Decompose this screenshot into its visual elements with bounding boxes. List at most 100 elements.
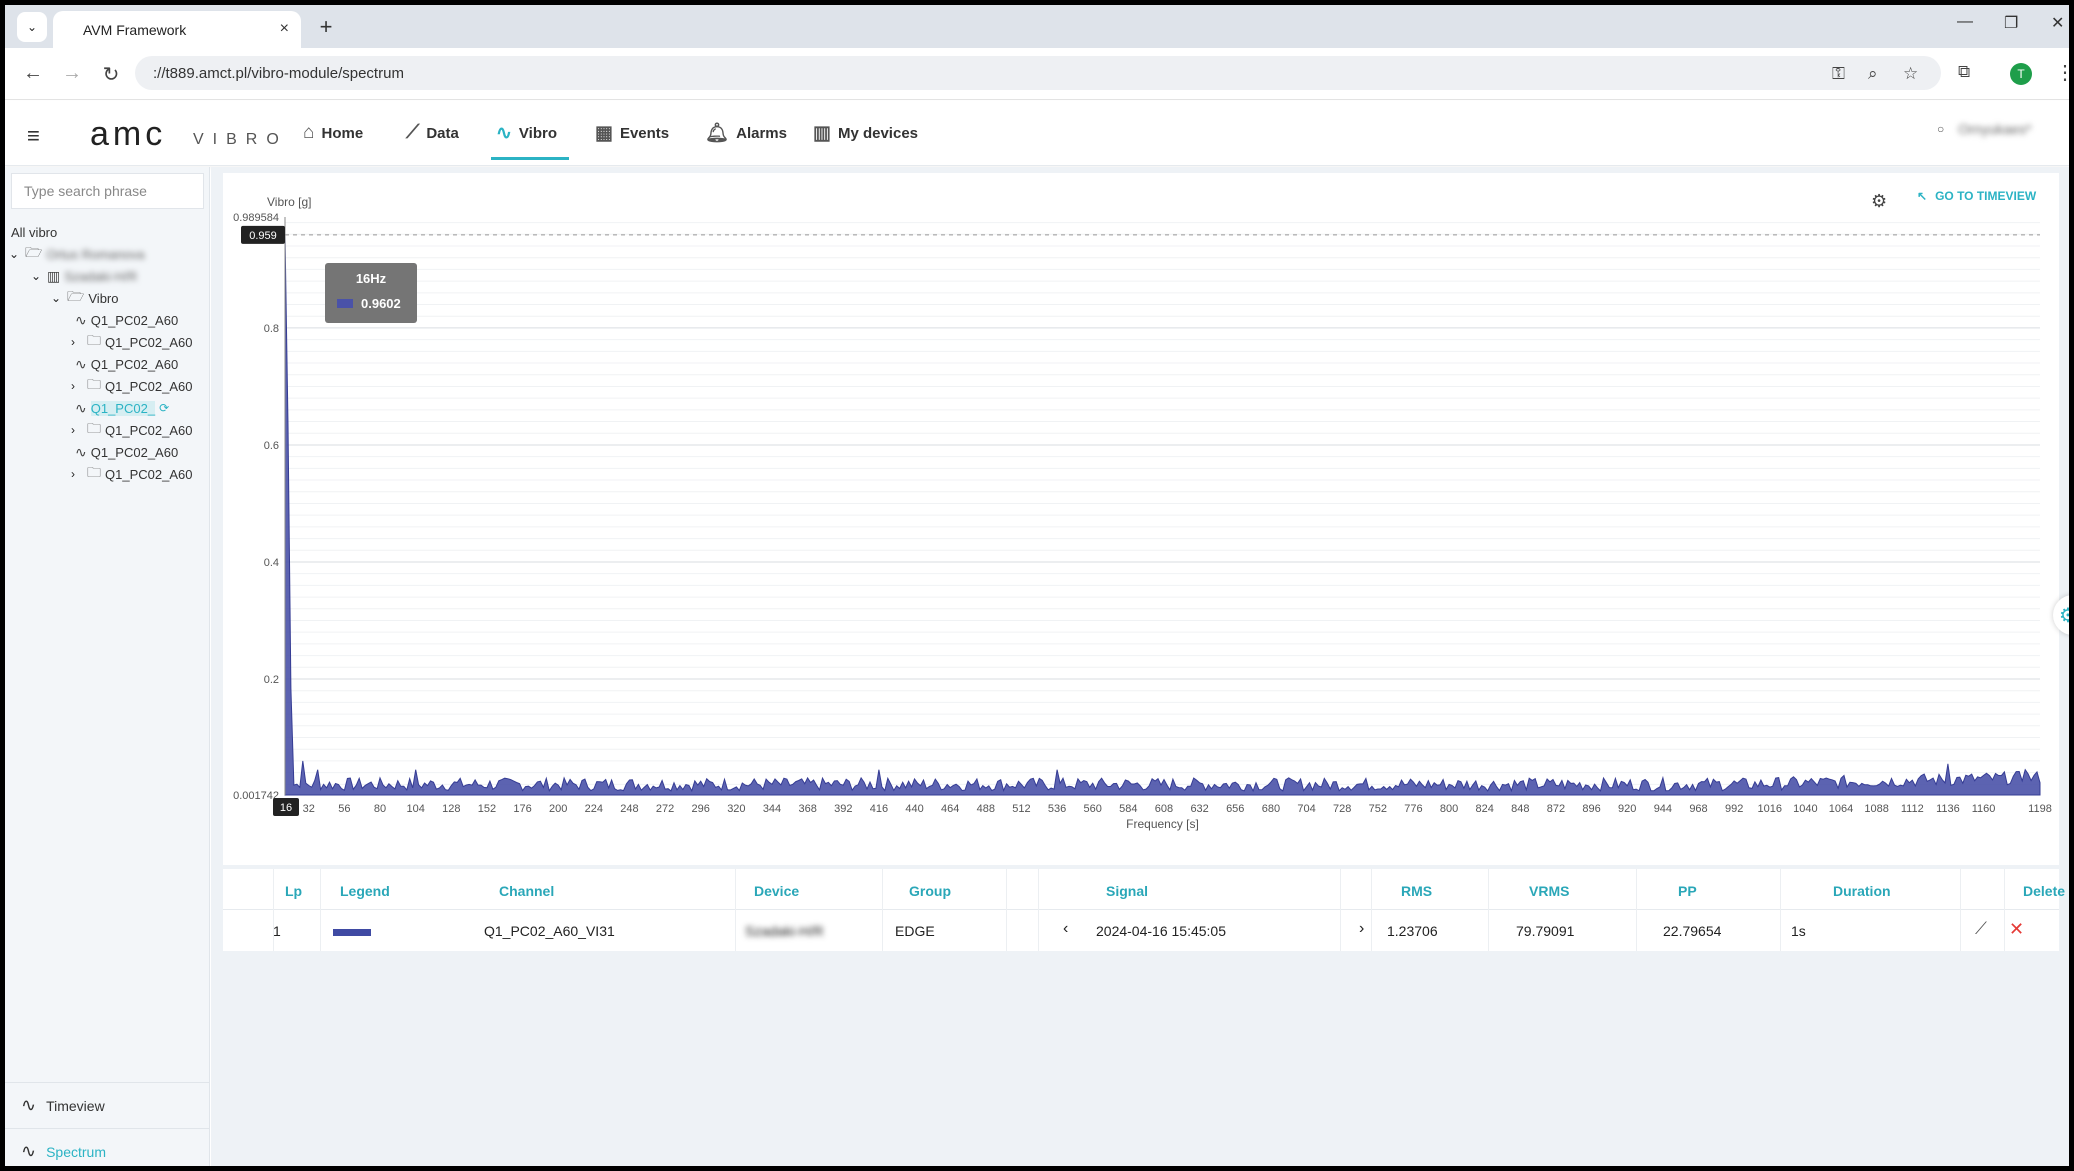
col-header-duration[interactable]: Duration [1833,883,1891,899]
reload-icon[interactable]: ↻ [99,62,123,87]
cell-channel: Q1_PC02_A60_VI31 [484,923,615,939]
tree-leaf-channel-selected[interactable]: ∿ Q1_PC02_ ⟳ [75,398,205,418]
search-placeholder: Type search phrase [24,183,147,199]
tree-node-vibro[interactable]: ⌄ 🗁 Vibro [51,288,119,308]
nav-vibro[interactable]: ∿ Vibro [496,119,557,147]
extensions-icon[interactable]: ⧉ [1958,62,1970,82]
spectrum-chart[interactable]: 0.989584 0.001742 0.2 0.4 0.6 0.8 Vibro [g] 32 5… [223,173,2059,865]
x-tick-label: 1016 [1758,803,1782,815]
cell-device: Szadaki-H/R [745,923,824,939]
x-tick-label: 992 [1725,803,1743,815]
arrow-up-left-icon: ↖ [1917,189,1928,203]
sidebar-item-spectrum[interactable]: ∿ Spectrum [5,1128,210,1166]
col-header-signal[interactable]: Signal [1106,883,1148,899]
y-tick-label: 0.6 [264,440,279,452]
tree-root[interactable]: All vibro [11,222,57,242]
sidebar-item-timeview[interactable]: ∿ Timeview [5,1082,210,1128]
sync-icon: ⟳ [159,401,170,415]
user-status-icon: ○ [1937,122,1945,136]
col-header-channel[interactable]: Channel [499,883,554,899]
close-window-icon[interactable]: ✕ [2051,13,2064,33]
prev-signal-button[interactable]: ‹ [1063,920,1068,938]
folder-open-icon: 🗁 [67,288,85,304]
tree-node-channel-folder[interactable]: › 🗀 Q1_PC02_A60 [71,376,205,396]
tab-search-button[interactable]: ⌄ [17,12,47,42]
url-input[interactable]: ://t889.amct.pl/vibro-module/spectrum [135,56,1941,90]
nav-alarms[interactable]: 🔔︎ Alarms [705,119,787,147]
x-tick-label: 392 [834,803,852,815]
password-key-icon[interactable]: ⚿ [1832,64,1845,84]
tree-node-label: Q1_PC02_A60 [90,444,179,460]
tree-node-channel-folder[interactable]: › 🗀 Q1_PC02_A60 [71,332,205,352]
chevron-right-icon[interactable]: › [71,335,83,349]
x-tick-label: 176 [513,803,531,815]
x-tick-label: 488 [977,803,995,815]
col-header-delete[interactable]: Delete [2023,883,2065,899]
nav-data[interactable]: ⟋ Data [406,119,459,147]
browser-menu-icon[interactable]: ⋮ [2055,60,2069,85]
minimize-icon[interactable]: — [1957,13,1973,31]
tree-leaf-channel[interactable]: ∿ Q1_PC02_A60 [75,354,205,374]
col-header-vrms[interactable]: VRMS [1529,883,1569,899]
zoom-icon[interactable]: ⌕ [1868,64,1878,84]
x-tick-label: 80 [374,803,386,815]
y-tick-label: 0.4 [264,557,279,569]
tab-close-icon[interactable]: × [280,20,289,38]
bookmark-star-icon[interactable]: ☆ [1903,64,1918,84]
tree-node-label: Q1_PC02_A60 [105,466,193,482]
table-col-divider [2004,869,2005,951]
go-to-timeview-button[interactable]: ↖ GO TO TIMEVIEW [1917,189,2036,203]
x-tick-label: 1040 [1793,803,1817,815]
col-header-rms[interactable]: RMS [1401,883,1432,899]
signal-wave-icon: ∿ [75,399,87,416]
x-tick-label: 560 [1084,803,1102,815]
col-header-pp[interactable]: PP [1678,883,1697,899]
chevron-right-icon[interactable]: › [71,423,83,437]
tree-node-channel-folder[interactable]: › 🗀 Q1_PC02_A60 [71,464,205,484]
profile-avatar[interactable]: T [2010,63,2032,85]
user-menu[interactable]: ○ Ornyukaes* [1937,121,2031,137]
hamburger-menu-icon[interactable]: ≡ [27,123,40,149]
chevron-down-icon[interactable]: ⌄ [9,247,21,261]
nav-events[interactable]: ▦ Events [595,119,669,147]
chevron-right-icon[interactable]: › [71,467,83,481]
chevron-down-icon[interactable]: ⌄ [51,291,63,305]
col-header-legend[interactable]: Legend [340,883,390,899]
tree-node-channel-folder[interactable]: › 🗀 Q1_PC02_A60 [71,420,205,440]
legend-swatch [333,929,371,936]
col-header-group[interactable]: Group [909,883,951,899]
tree-leaf-channel[interactable]: ∿ Q1_PC02_A60 [75,310,205,330]
tree-node-client[interactable]: ⌄ 🗁 Ortus Romanova [9,244,145,264]
nav-my-devices[interactable]: ▥ My devices [813,119,918,147]
show-trend-icon[interactable]: ⟋ [1975,919,1987,939]
chevron-right-icon[interactable]: › [71,379,83,393]
col-header-device[interactable]: Device [754,883,799,899]
url-text: ://t889.amct.pl/vibro-module/spectrum [153,64,404,82]
col-header-lp[interactable]: Lp [285,883,302,899]
tree-node-site[interactable]: ⌄ ▥ Szadaki-H/R [31,266,137,286]
browser-tab[interactable]: AVM Framework × [53,11,301,48]
x-tick-label: 704 [1297,803,1315,815]
chevron-down-icon[interactable]: ⌄ [31,269,43,283]
chart-settings-sliders-icon[interactable]: ⚙︎ [1871,191,1887,212]
browser-window: ⌄ AVM Framework × + — ❐ ✕ ← → ↻ ://t889.… [5,5,2069,1166]
search-input[interactable]: Type search phrase [11,173,204,209]
forward-icon[interactable]: → [60,62,84,85]
cell-signal[interactable]: 2024-04-16 15:45:05 [1096,923,1226,939]
nav-home[interactable]: ⌂ Home [303,119,363,147]
new-tab-button[interactable]: + [313,14,339,40]
delete-icon[interactable]: ✕ [2009,919,2024,940]
restore-icon[interactable]: ❐ [2004,13,2018,33]
x-tick-label: 752 [1369,803,1387,815]
next-signal-button[interactable]: › [1359,920,1364,938]
logo-subtitle: VIBRO [193,131,288,148]
wave-icon: ∿ [496,122,512,144]
table-col-divider [1960,869,1961,951]
x-tick-label: 1088 [1864,803,1888,815]
table-col-divider [1006,869,1007,951]
back-icon[interactable]: ← [21,62,45,85]
tree-leaf-channel[interactable]: ∿ Q1_PC02_A60 [75,442,205,462]
tab-title: AVM Framework [83,21,187,38]
nav-vibro-label: Vibro [518,124,557,142]
tree-node-label: Szadaki-H/R [64,268,138,284]
